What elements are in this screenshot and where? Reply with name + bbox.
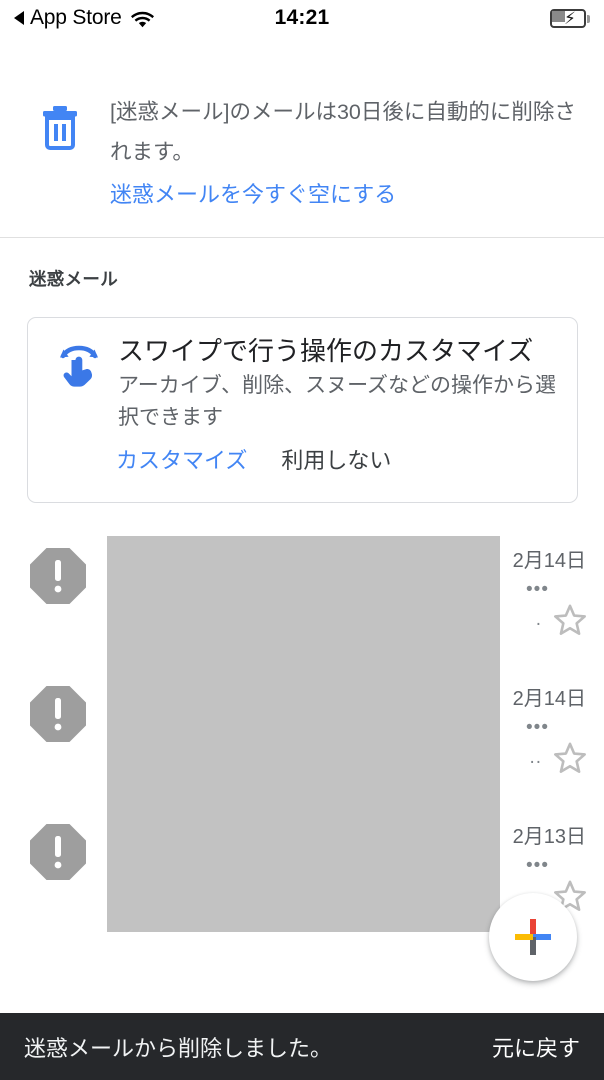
ellipsis-icon[interactable]: •••: [526, 718, 549, 737]
trash-icon: [38, 104, 82, 150]
ellipsis-icon[interactable]: •••: [526, 856, 549, 875]
snackbar-message: 迷惑メールから削除しました。: [24, 1035, 333, 1061]
swipe-gesture-icon: [51, 340, 107, 396]
mail-date: 2月14日: [512, 688, 586, 710]
empty-spam-now-link[interactable]: 迷惑メールを今すぐ空にする: [110, 180, 396, 210]
star-outline-icon[interactable]: [549, 736, 591, 778]
section-label-spam: 迷惑メール: [29, 269, 118, 289]
battery-charging-icon: ⚡: [550, 9, 592, 30]
mail-date: 2月13日: [512, 826, 586, 848]
promo-card-body: アーカイブ、削除、スヌーズなどの操作から選択できます: [118, 374, 557, 429]
undo-button[interactable]: 元に戻す: [492, 1031, 580, 1063]
dismiss-button[interactable]: 利用しない: [281, 443, 391, 475]
promo-card-title: スワイプで行う操作のカスタマイズ: [118, 336, 534, 366]
spam-warning-octagon-icon: [28, 822, 88, 882]
snackbar: 迷惑メールから削除しました。 元に戻す: [0, 1013, 604, 1080]
promo-card-actions: カスタマイズ 利用しない: [116, 443, 391, 475]
customize-button[interactable]: カスタマイズ: [116, 443, 247, 475]
spam-warning-octagon-icon: [28, 684, 88, 744]
mail-date: 2月14日: [512, 550, 586, 572]
status-bar: App Store 14:21 ⚡: [0, 0, 604, 42]
compose-plus-icon: [513, 917, 553, 957]
ellipsis-icon[interactable]: •••: [526, 580, 549, 599]
snippet-dots: ..: [529, 747, 542, 768]
redacted-content-block: [107, 536, 500, 932]
banner-divider: [0, 237, 604, 238]
swipe-customization-card[interactable]: スワイプで行う操作のカスタマイズ アーカイブ、削除、スヌーズなどの操作から選択で…: [27, 317, 578, 503]
compose-fab[interactable]: [489, 893, 577, 981]
gmail-spam-screen: App Store 14:21 ⚡ [迷惑メール]のメールは30日後に自動的に削…: [0, 0, 604, 1080]
status-bar-clock: 14:21: [274, 6, 330, 29]
star-outline-icon[interactable]: [549, 598, 591, 640]
banner-message: [迷惑メール]のメールは30日後に自動的に削除されます。: [110, 100, 576, 164]
spam-warning-octagon-icon: [28, 546, 88, 606]
snippet-dots: .: [535, 609, 542, 630]
